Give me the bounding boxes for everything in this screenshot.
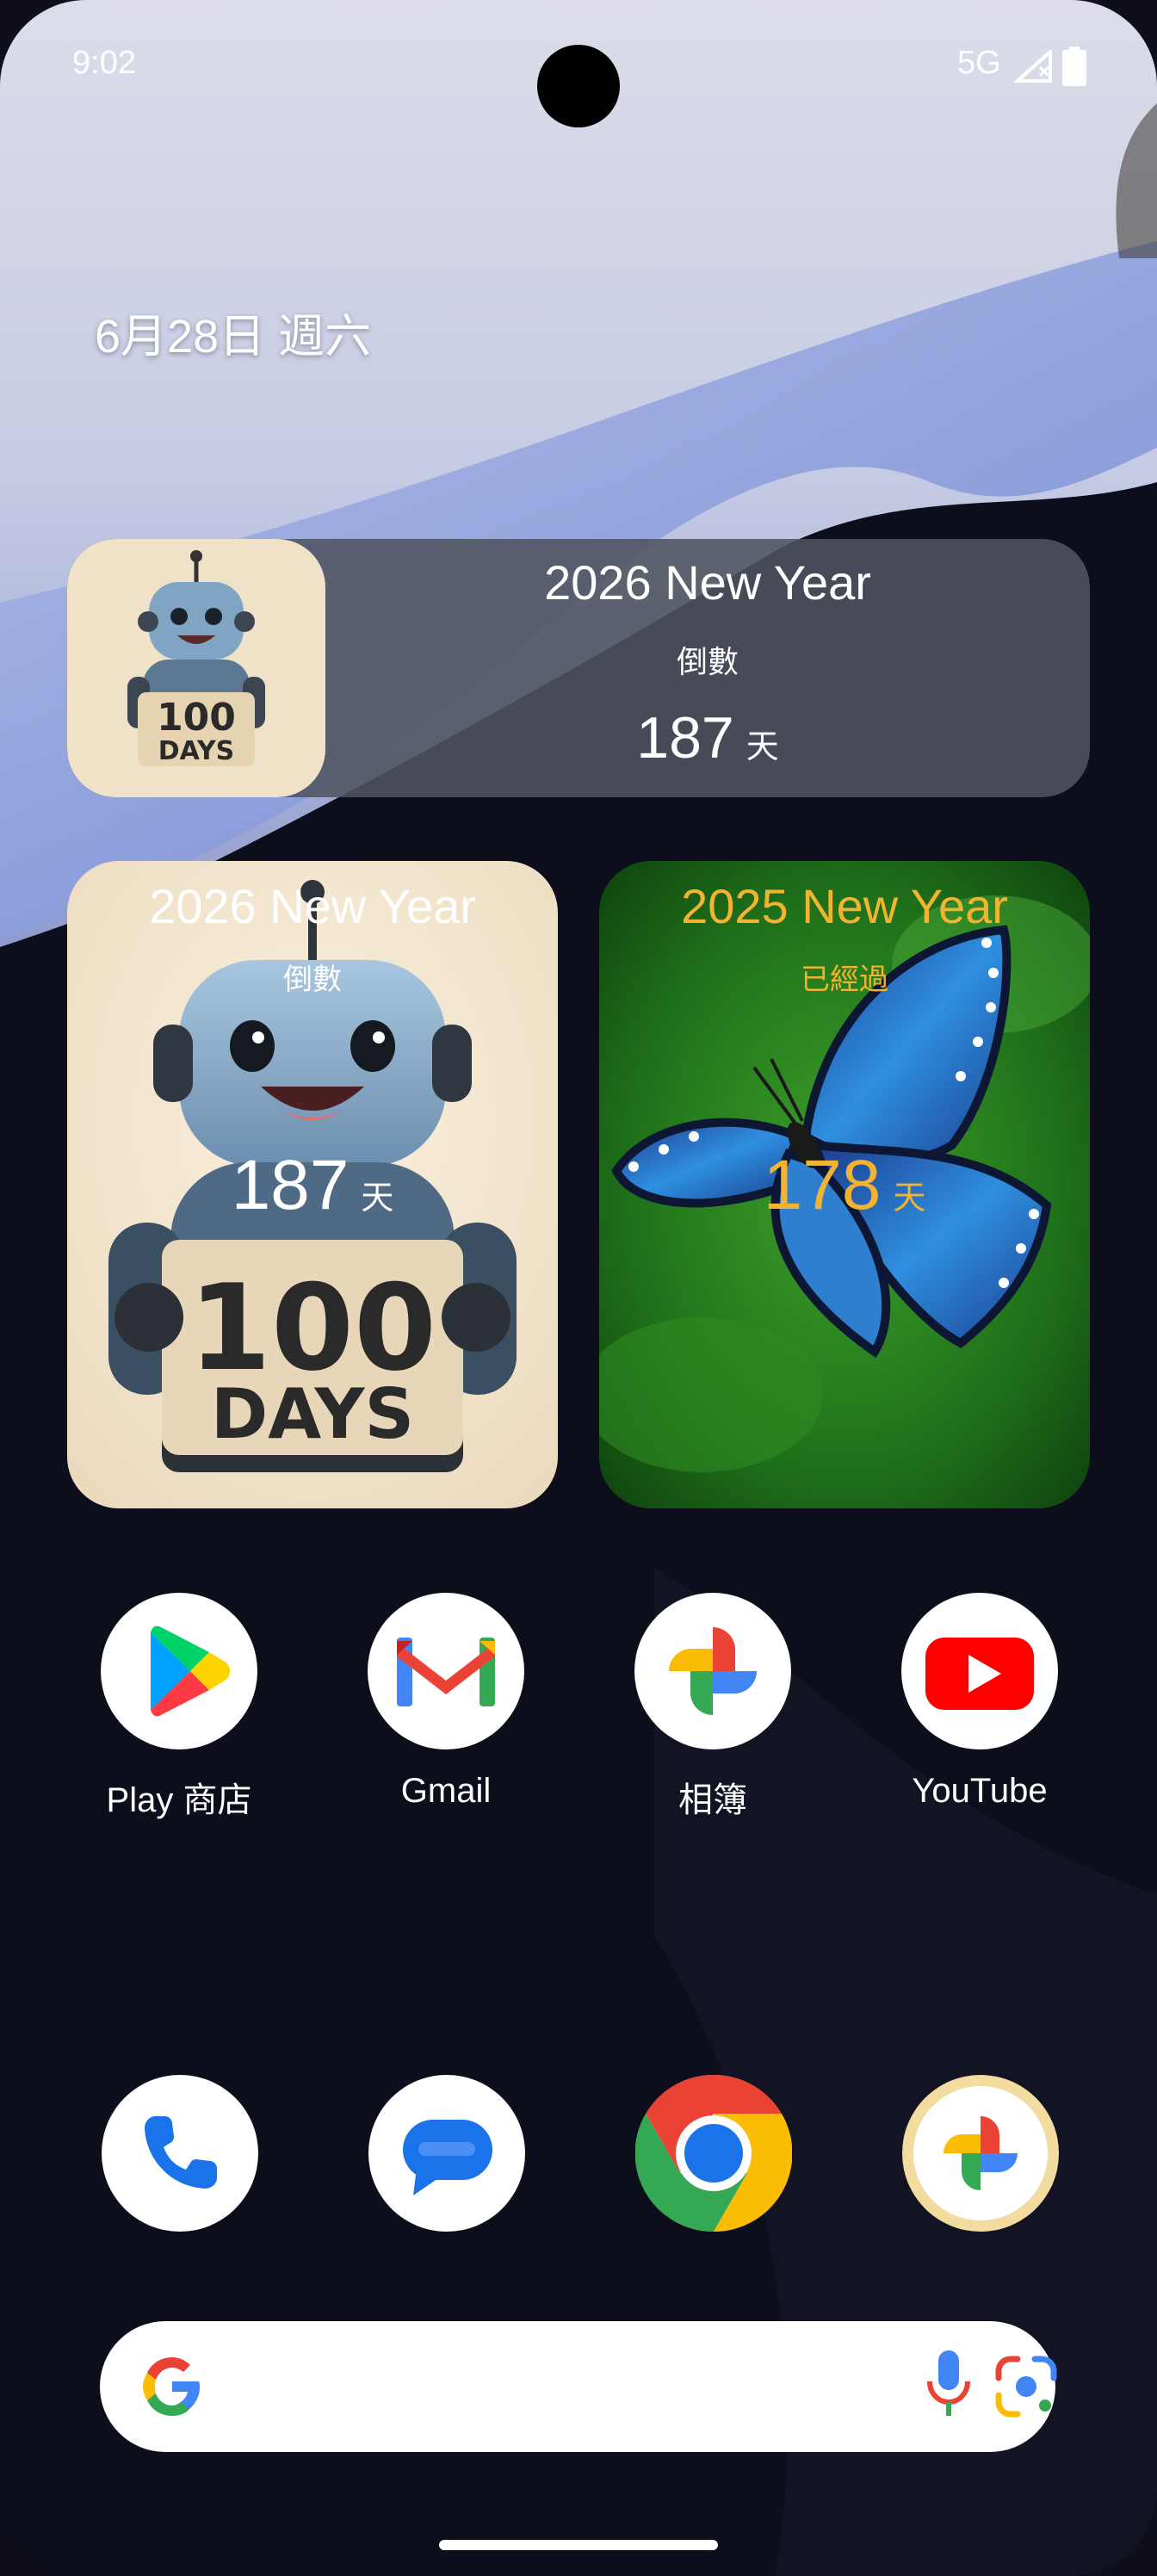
count-number: 187 bbox=[231, 1146, 350, 1224]
app-gmail[interactable]: Gmail bbox=[343, 1593, 549, 1811]
youtube-icon bbox=[901, 1593, 1058, 1749]
google-g-icon bbox=[143, 2357, 200, 2416]
widget-title: 2026 New Year bbox=[149, 879, 476, 933]
widget-count: 187 天 bbox=[67, 1145, 558, 1226]
count-unit: 天 bbox=[893, 1180, 926, 1217]
widget-count: 187 天 bbox=[325, 704, 1090, 771]
app-youtube[interactable]: YouTube bbox=[876, 1593, 1083, 1811]
messages-icon[interactable] bbox=[368, 2075, 525, 2232]
widget-subtitle: 已經過 bbox=[801, 963, 888, 996]
robot-sign-number: 100 bbox=[157, 696, 236, 740]
count-unit: 天 bbox=[361, 1180, 394, 1217]
robot-sign-word: DAYS bbox=[211, 1374, 414, 1454]
google-search-bar[interactable] bbox=[100, 2321, 1057, 2452]
app-photos[interactable]: 相簿 bbox=[609, 1593, 816, 1822]
app-label: Play 商店 bbox=[106, 1781, 252, 1819]
home-screen: 9:02 5G 6月28日 週六 100 DAYS 2026 New Year … bbox=[0, 0, 1157, 2576]
lens-icon[interactable] bbox=[992, 2352, 1061, 2421]
status-time: 9:02 bbox=[72, 45, 136, 81]
elapsed-widget-butterfly[interactable]: 2025 New Year 已經過 178 天 bbox=[599, 861, 1090, 1508]
signal-icon bbox=[1014, 50, 1052, 83]
widget-subtitle: 倒數 bbox=[283, 963, 342, 996]
chrome-icon[interactable] bbox=[635, 2075, 792, 2232]
microphone-icon[interactable] bbox=[921, 2347, 976, 2426]
count-number: 187 bbox=[636, 705, 734, 771]
battery-icon bbox=[1062, 46, 1086, 86]
countdown-widget-wide[interactable]: 100 DAYS 2026 New Year 倒數 187 天 bbox=[67, 539, 1090, 797]
app-label: 相簿 bbox=[678, 1781, 747, 1819]
count-number: 178 bbox=[763, 1146, 882, 1224]
play-store-icon bbox=[101, 1593, 257, 1749]
app-label: Gmail bbox=[400, 1772, 492, 1810]
front-camera bbox=[537, 45, 620, 127]
photos-widget-icon[interactable] bbox=[902, 2075, 1059, 2232]
widget-subtitle: 倒數 bbox=[676, 644, 739, 679]
widget-title: 2026 New Year bbox=[544, 555, 871, 610]
robot-image: 100 DAYS bbox=[67, 539, 325, 797]
robot-thumbnail: 100 DAYS bbox=[67, 539, 325, 797]
widget-count: 178 天 bbox=[599, 1145, 1090, 1226]
date-label[interactable]: 6月28日 週六 bbox=[95, 298, 371, 366]
robot-sign-word: DAYS bbox=[158, 736, 235, 766]
phone-icon[interactable] bbox=[102, 2075, 258, 2232]
home-indicator[interactable] bbox=[439, 2540, 718, 2550]
gmail-icon bbox=[368, 1593, 524, 1749]
photos-icon bbox=[634, 1593, 791, 1749]
status-bar: 9:02 5G bbox=[0, 0, 1157, 138]
app-play-store[interactable]: Play 商店 bbox=[76, 1593, 282, 1822]
widget-title: 2025 New Year bbox=[681, 879, 1008, 933]
network-type: 5G bbox=[957, 45, 1001, 81]
count-unit: 天 bbox=[746, 729, 779, 765]
app-label: YouTube bbox=[912, 1772, 1048, 1810]
countdown-widget-robot[interactable]: 100 DAYS 2026 New Year 倒數 187 天 bbox=[67, 861, 558, 1508]
